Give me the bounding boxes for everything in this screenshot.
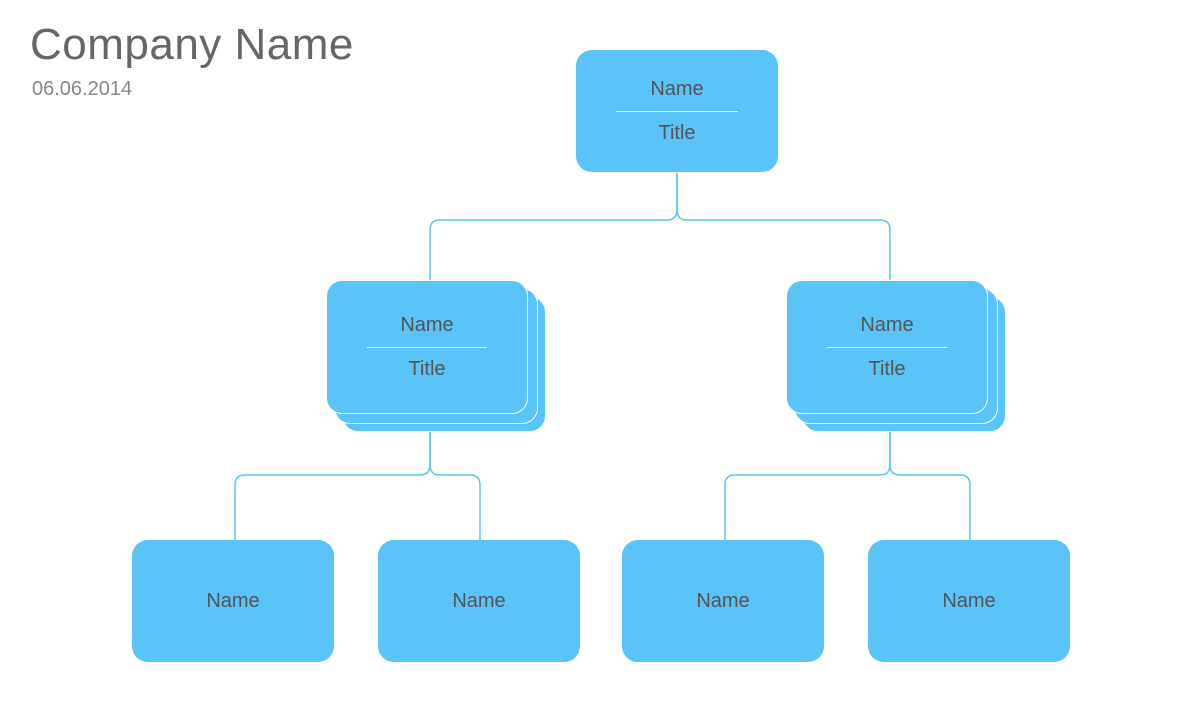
org-node-level2-left: Name Title (326, 280, 528, 414)
page-title: Company Name (30, 20, 354, 70)
org-node-root: Name Title (576, 50, 778, 172)
org-node-name: Name (942, 590, 995, 613)
org-node-level2-right: Name Title (786, 280, 988, 414)
org-node-name: Name (206, 590, 259, 613)
org-node-name: Name (860, 314, 913, 337)
org-node-level3-4: Name (868, 540, 1070, 662)
org-node-name: Name (650, 78, 703, 101)
org-node-name: Name (696, 590, 749, 613)
page-date: 06.06.2014 (32, 78, 132, 101)
node-divider (616, 111, 737, 112)
org-node-title: Title (408, 358, 445, 381)
org-node-title: Title (868, 358, 905, 381)
node-divider (827, 347, 947, 348)
org-node-level3-3: Name (622, 540, 824, 662)
org-node-name: Name (400, 314, 453, 337)
org-node-level3-1: Name (132, 540, 334, 662)
org-node-title: Title (658, 122, 695, 145)
org-node-name: Name (452, 590, 505, 613)
org-node-level3-2: Name (378, 540, 580, 662)
node-divider (367, 347, 487, 348)
